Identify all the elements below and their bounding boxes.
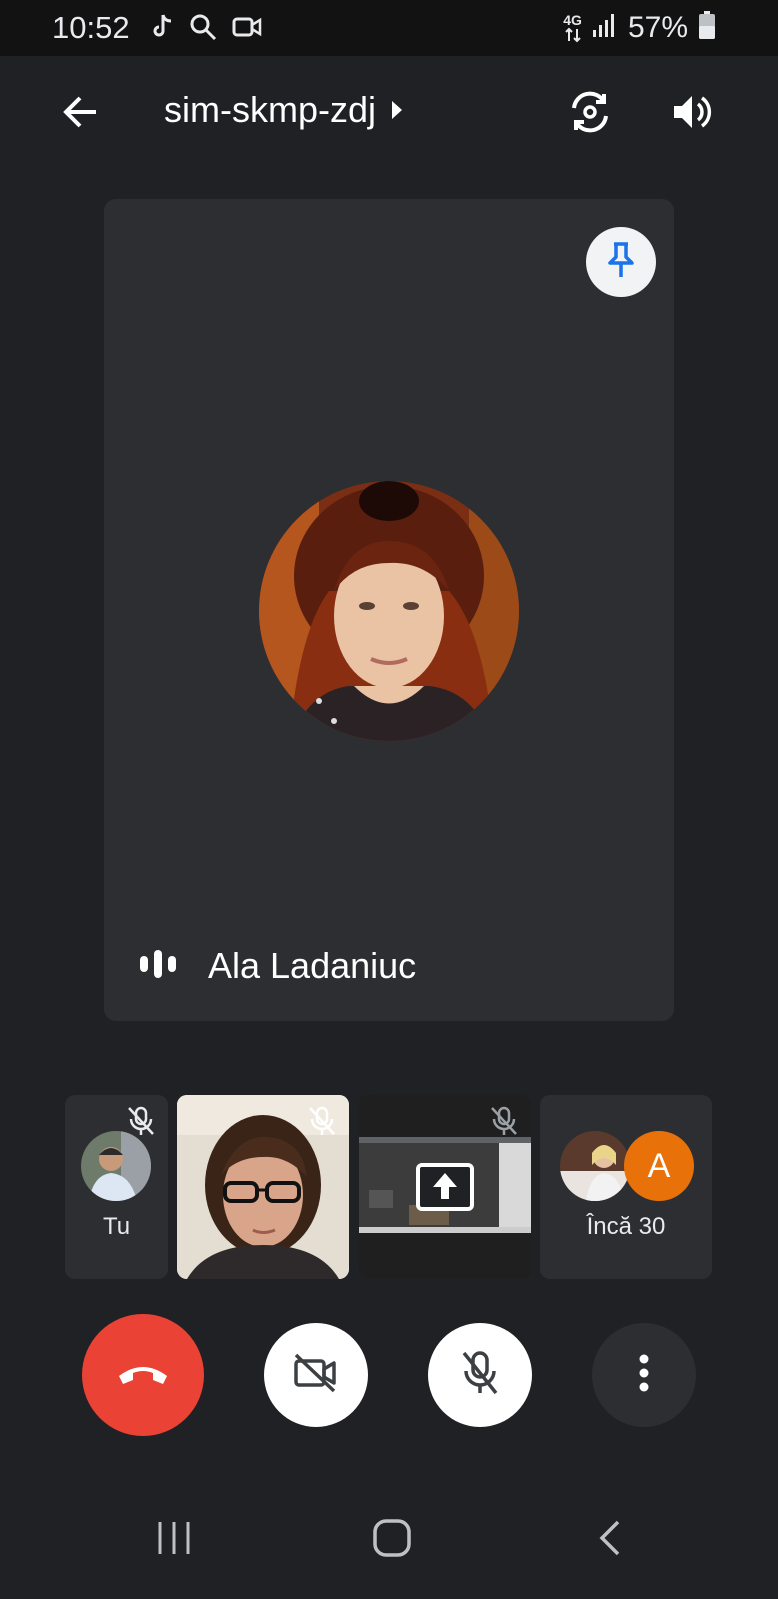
chevron-left-icon [598,1520,622,1562]
search-icon [188,12,218,47]
battery-icon [698,10,716,45]
participant-tile[interactable] [177,1095,349,1279]
present-screen-icon [416,1163,474,1216]
back-arrow-icon [60,92,100,137]
mic-off-icon [489,1105,519,1142]
notification-icons [150,12,262,47]
meet-call-screen: 10:52 4G 57% sim-skmp-zdj Ala Ladaniuc T… [0,0,778,1599]
speaker-label: Ala Ladaniuc [138,945,416,987]
signal-icon [592,12,618,43]
back-button[interactable] [52,86,108,142]
network-4g-icon: 4G [563,13,582,43]
mic-off-icon [458,1349,502,1402]
top-app-bar: sim-skmp-zdj [0,56,778,176]
self-avatar [81,1131,151,1201]
end-call-icon [115,1358,171,1393]
battery-percent: 57% [627,10,688,44]
meeting-code: sim-skmp-zdj [164,89,376,130]
audio-level-icon [138,949,178,984]
more-options-icon [638,1353,650,1398]
home-button[interactable] [372,1518,412,1563]
system-status: 4G 57% [563,10,716,45]
recent-apps-button[interactable] [156,1518,192,1563]
switch-camera-button[interactable] [560,84,620,144]
more-participants-label: Încă 30 [586,1213,666,1240]
main-participant-tile[interactable]: Ala Ladaniuc [104,199,674,1021]
self-tile[interactable]: Tu [65,1095,168,1279]
pin-button[interactable] [586,227,656,297]
tiktok-icon [150,12,174,47]
meeting-info-button[interactable]: sim-skmp-zdj [164,89,404,131]
end-call-button[interactable] [82,1314,204,1436]
more-options-button[interactable] [592,1323,696,1427]
switch-camera-icon [566,88,614,141]
status-bar: 10:52 4G 57% [0,0,778,56]
network-label: 4G [563,11,582,28]
system-navigation-bar [0,1490,778,1599]
home-icon [372,1519,412,1562]
camera-toggle-button[interactable] [264,1323,368,1427]
letter-avatar: A [624,1131,694,1201]
chevron-right-icon [390,89,404,131]
self-label: Tu [102,1213,131,1240]
participant-avatar [259,481,519,741]
recent-apps-icon [156,1522,192,1562]
microphone-toggle-button[interactable] [428,1323,532,1427]
status-time: 10:52 [52,10,130,45]
camera-off-icon [292,1351,340,1400]
speaker-volume-icon [670,90,714,139]
screen-share-tile[interactable] [359,1095,531,1279]
more-participants-tile[interactable]: A Încă 30 [540,1095,712,1279]
system-back-button[interactable] [598,1518,622,1563]
video-icon [232,12,262,47]
pin-icon [604,241,638,284]
audio-output-button[interactable] [662,84,722,144]
mic-off-icon [307,1105,337,1142]
participant-name: Ala Ladaniuc [208,945,417,986]
participant-avatar [560,1131,630,1201]
